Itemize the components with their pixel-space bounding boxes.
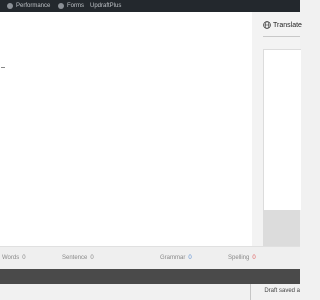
stat-value: 0 xyxy=(90,255,94,261)
translate-input[interactable] xyxy=(263,49,301,210)
translate-header[interactable]: Translate xyxy=(263,21,302,29)
bottom-toolbar xyxy=(0,269,300,284)
translate-footer xyxy=(263,210,300,246)
stat-sentence: Sentence 0 xyxy=(62,255,94,261)
divider xyxy=(263,36,300,37)
stat-label: Sentence xyxy=(62,255,88,261)
adminbar-item-updraftplus[interactable]: UpdraftPlus xyxy=(90,3,121,9)
stat-grammar[interactable]: Grammar 0 xyxy=(160,255,192,261)
editor-area[interactable] xyxy=(0,12,252,246)
gauge-icon xyxy=(7,3,13,9)
globe-icon xyxy=(263,21,271,29)
adminbar-item-label: UpdraftPlus xyxy=(90,3,122,9)
stats-bar: Words 0 Sentence 0 Grammar 0 Spelling 0 xyxy=(0,246,300,270)
stat-label: Grammar xyxy=(160,255,186,261)
forms-icon xyxy=(58,3,64,9)
adminbar-item-label: Performance xyxy=(16,3,51,9)
admin-bar: Performance Forms UpdraftPlus xyxy=(0,0,300,12)
adminbar-item-label: Forms xyxy=(67,3,84,9)
stat-value: 0 xyxy=(188,255,192,261)
divider xyxy=(250,284,251,300)
draft-status: Draft saved a xyxy=(264,288,300,294)
stat-spelling[interactable]: Spelling 0 xyxy=(228,255,256,261)
text-cursor xyxy=(1,67,5,71)
stat-words: Words 0 xyxy=(2,255,26,261)
stat-value: 0 xyxy=(22,255,26,261)
stat-label: Words xyxy=(2,255,20,261)
translate-panel: Translate xyxy=(252,12,302,246)
adminbar-item-forms[interactable]: Forms xyxy=(58,3,84,9)
adminbar-item-performance[interactable]: Performance xyxy=(7,3,50,9)
stat-label: Spelling xyxy=(228,255,250,261)
stat-value: 0 xyxy=(252,255,256,261)
translate-label: Translate xyxy=(273,21,302,29)
